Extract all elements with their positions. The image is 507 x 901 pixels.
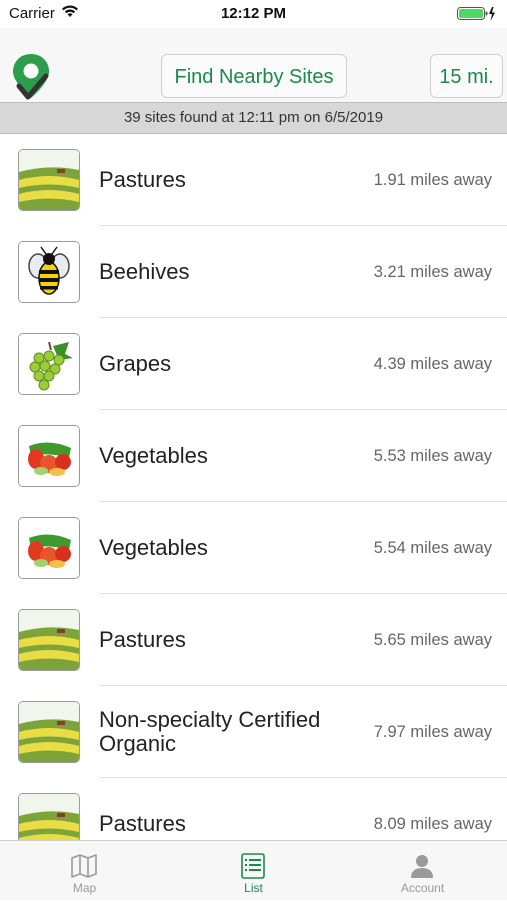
bee-icon [18, 241, 80, 303]
list-icon [238, 853, 268, 879]
site-distance: 7.97 miles away [373, 722, 492, 741]
sites-list: Pastures 1.91 miles away Beehives 3.21 m… [0, 134, 507, 840]
site-name: Pastures [99, 167, 186, 192]
site-distance: 1.91 miles away [373, 170, 492, 189]
list-item[interactable]: Grapes 4.39 miles away [0, 318, 507, 410]
site-distance: 3.21 miles away [373, 262, 492, 281]
battery-icon [457, 6, 497, 27]
location-check-logo-icon [10, 52, 52, 107]
list-item[interactable]: Pastures 5.65 miles away [0, 594, 507, 686]
status-time: 12:12 PM [220, 5, 287, 22]
pasture-icon [18, 149, 80, 211]
site-name: Vegetables [99, 443, 208, 468]
list-item[interactable]: Pastures 8.09 miles away [0, 778, 507, 840]
status-bar: Carrier 12:12 PM [0, 0, 507, 28]
list-item[interactable]: Non-specialty Certified Organic 7.97 mil… [0, 686, 507, 778]
list-item[interactable]: Beehives 3.21 miles away [0, 226, 507, 318]
header-bar: Find Nearby Sites 15 mi. [0, 28, 507, 102]
site-name: Pastures [99, 811, 186, 836]
site-name: Vegetables [99, 535, 208, 560]
grapes-icon [18, 333, 80, 395]
vegetables-icon [18, 425, 80, 487]
pasture-icon [18, 793, 80, 840]
tab-list[interactable]: List [169, 841, 338, 901]
site-distance: 4.39 miles away [373, 354, 492, 373]
pasture-icon [18, 701, 80, 763]
tab-label: List [244, 881, 263, 895]
tab-label: Account [400, 881, 445, 895]
tab-map[interactable]: Map [0, 841, 169, 901]
site-name: Beehives [99, 259, 190, 284]
list-item[interactable]: Vegetables 5.54 miles away [0, 502, 507, 594]
map-icon [69, 853, 99, 879]
find-nearby-sites-button[interactable]: Find Nearby Sites [161, 54, 347, 98]
site-distance: 5.65 miles away [373, 630, 492, 649]
list-item[interactable]: Vegetables 5.53 miles away [0, 410, 507, 502]
tab-account[interactable]: Account [338, 841, 507, 901]
pasture-icon [18, 609, 80, 671]
results-summary: 39 sites found at 12:11 pm on 6/5/2019 [0, 102, 507, 134]
tab-bar: Map List Account [0, 840, 507, 900]
site-distance: 5.53 miles away [373, 446, 492, 465]
site-distance: 8.09 miles away [373, 814, 492, 833]
list-item[interactable]: Pastures 1.91 miles away [0, 134, 507, 226]
tab-label: Map [72, 881, 97, 895]
account-icon [407, 853, 437, 879]
site-distance: 5.54 miles away [373, 538, 492, 557]
vegetables-icon [18, 517, 80, 579]
site-name: Grapes [99, 351, 172, 376]
site-name: Pastures [99, 627, 186, 652]
radius-button[interactable]: 15 mi. [430, 54, 503, 98]
site-name: Non-specialty Certified Organic [99, 707, 321, 756]
